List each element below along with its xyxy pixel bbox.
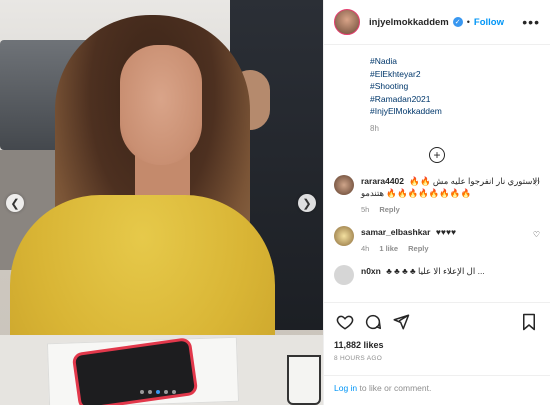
next-image-button[interactable]: ❯: [298, 194, 316, 212]
follow-button[interactable]: Follow: [474, 17, 504, 28]
comment-time: 5h: [361, 204, 370, 214]
chevron-right-icon: ❯: [302, 197, 312, 210]
hashtag-link[interactable]: #Nadia: [370, 55, 540, 68]
post-image[interactable]: ❮ ❯: [0, 0, 323, 405]
hashtag-link[interactable]: #InjyElMokkaddem: [370, 105, 540, 118]
comment-likes[interactable]: 1 like: [379, 244, 398, 253]
carousel-dot: [148, 390, 152, 394]
comments-area[interactable]: #Nadia #ElEkhteyar2 #Shooting #Ramadan20…: [324, 45, 550, 302]
carousel-dot: [172, 390, 176, 394]
paper-plane-icon[interactable]: [390, 311, 412, 333]
hashtag-link[interactable]: #Shooting: [370, 80, 540, 93]
caption-time: 8h: [370, 123, 379, 133]
separator: •: [466, 17, 470, 27]
comment-time: 4h: [361, 243, 370, 253]
carousel-dots: [140, 390, 176, 394]
avatar[interactable]: [334, 9, 360, 35]
comment-partial: n0xn ♣ ♣ ♣ ♣ ال الإعلاء الا عليا ...: [334, 264, 540, 285]
comment-avatar[interactable]: [334, 174, 354, 195]
hashtag-link[interactable]: #ElEkhteyar2: [370, 68, 540, 81]
comment-text: ♣ ♣ ♣ ♣ ال الإعلاء الا عليا ...: [386, 265, 485, 276]
comment-avatar[interactable]: [334, 225, 354, 246]
comment: samar_elbashkar ♥♥♥♥ 4h 1 like Reply ♡: [334, 225, 540, 253]
comment-like-icon[interactable]: ♡: [533, 230, 540, 239]
carousel-dot-active: [156, 390, 160, 394]
hashtag-link[interactable]: #Ramadan2021: [370, 93, 540, 106]
post-actions: 11,882 likes 8 HOURS AGO: [324, 302, 550, 362]
comment-avatar[interactable]: [334, 264, 354, 285]
heart-icon[interactable]: [334, 311, 356, 333]
login-prompt-text: to like or comment.: [357, 383, 432, 393]
comment-username[interactable]: rarara4402: [361, 176, 404, 186]
verified-badge-icon: ✓: [452, 17, 463, 27]
bookmark-icon[interactable]: [518, 311, 540, 333]
comment-username[interactable]: samar_elbashkar: [361, 227, 430, 237]
post-time-ago: 8 HOURS AGO: [334, 355, 383, 362]
load-more-comments-button[interactable]: +: [429, 146, 445, 163]
caption-hashtags: #Nadia #ElEkhteyar2 #Shooting #Ramadan20…: [370, 45, 540, 118]
login-prompt: Log in to like or comment.: [324, 375, 550, 400]
load-more: +: [334, 146, 540, 163]
carousel-dot: [140, 390, 144, 394]
post-side-panel: injyelmokkaddem ✓ • Follow ••• #Nadia #E…: [323, 0, 550, 405]
comment-like-icon[interactable]: ♡: [533, 179, 540, 188]
comment-text: ♥♥♥♥: [435, 226, 457, 237]
comment: rarara4402 الاستوري نار انفرجوا عليه مش …: [334, 174, 540, 214]
likes-count[interactable]: 11,882 likes: [334, 340, 540, 350]
username[interactable]: injyelmokkaddem: [369, 17, 449, 28]
comment-icon[interactable]: [362, 311, 384, 333]
carousel-dot: [164, 390, 168, 394]
action-icons-row: [334, 311, 540, 333]
more-options-icon[interactable]: •••: [522, 14, 540, 30]
reply-button[interactable]: Reply: [379, 205, 399, 214]
comment-username[interactable]: n0xn: [361, 266, 381, 276]
cup: [287, 355, 321, 405]
login-link[interactable]: Log in: [334, 383, 357, 393]
post-header: injyelmokkaddem ✓ • Follow •••: [324, 0, 550, 45]
chevron-left-icon: ❮: [10, 197, 20, 210]
subject-face: [120, 45, 202, 165]
reply-button[interactable]: Reply: [408, 244, 428, 253]
prev-image-button[interactable]: ❮: [6, 194, 24, 212]
